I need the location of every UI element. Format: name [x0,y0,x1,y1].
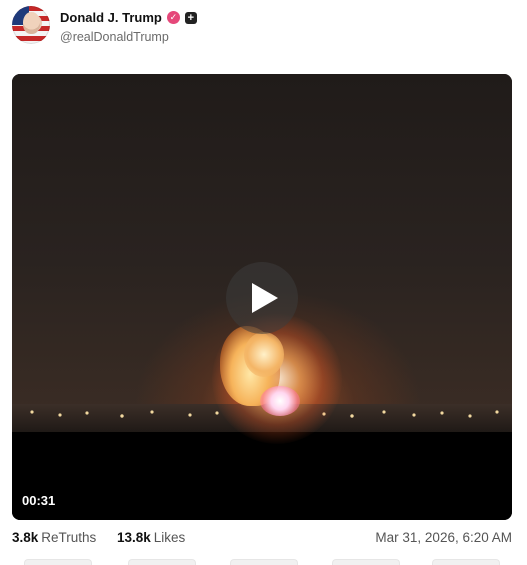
likes-count: 13.8k [117,530,151,545]
plus-badge-icon: + [184,11,197,24]
explosion-core [260,386,300,416]
more-button[interactable] [432,559,500,565]
post-timestamp[interactable]: Mar 31, 2026, 6:20 AM [375,530,512,545]
author-handle[interactable]: @realDonaldTrump [60,30,169,44]
share-button[interactable] [332,559,400,565]
video-duration: 00:31 [22,493,56,508]
video-frame-ground [12,432,512,520]
reply-button[interactable] [24,559,92,565]
video-player[interactable]: 00:31 [12,74,512,520]
avatar[interactable] [12,6,50,44]
likes-label: Likes [153,530,186,545]
post-header: Donald J. Trump ✓ + @realDonaldTrump [12,6,515,46]
retruths-stat[interactable]: 3.8k ReTruths [12,530,96,545]
action-bar [24,559,504,565]
retruth-button[interactable] [128,559,196,565]
likes-stat[interactable]: 13.8k Likes [117,530,185,545]
post-stats: 3.8k ReTruths 13.8k Likes Mar 31, 2026, 6:… [12,530,512,548]
author-name[interactable]: Donald J. Trump [60,10,162,25]
author-row: Donald J. Trump ✓ + [60,10,197,25]
verified-check-icon: ✓ [166,11,180,24]
retruths-count: 3.8k [12,530,39,545]
retruths-label: ReTruths [41,530,97,545]
play-icon [252,283,278,313]
like-button[interactable] [230,559,298,565]
explosion-plume-top [244,332,284,377]
play-button[interactable] [226,262,298,334]
